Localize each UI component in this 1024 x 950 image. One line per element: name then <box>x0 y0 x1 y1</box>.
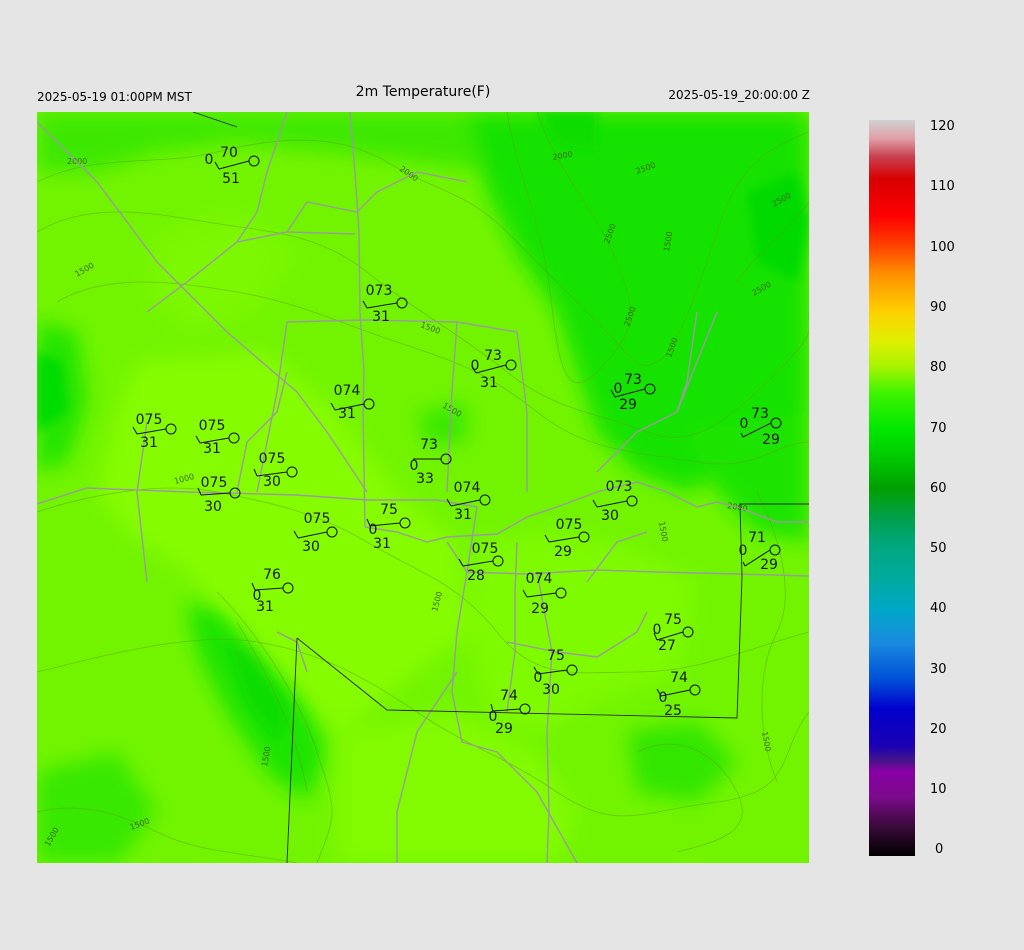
station-temp: 73 <box>484 348 502 364</box>
station-dewpoint: 31 <box>373 536 391 552</box>
station-temp: 074 <box>526 571 553 587</box>
colorbar-tick: 10 <box>930 782 947 797</box>
station-temp: 74 <box>670 670 688 686</box>
station-dewpoint: 31 <box>372 309 390 325</box>
station-temp: 075 <box>199 418 226 434</box>
station-dewpoint: 30 <box>542 682 560 698</box>
station-dewpoint: 31 <box>454 507 472 523</box>
station-dewpoint: 25 <box>664 703 682 719</box>
station-dewpoint: 30 <box>302 539 320 555</box>
colorbar-tick: 100 <box>930 240 955 255</box>
station-cloud: 0 <box>740 416 749 432</box>
station-dewpoint: 29 <box>760 557 778 573</box>
station-dewpoint: 29 <box>762 432 780 448</box>
station-cloud: 0 <box>739 543 748 559</box>
colorbar-tick: 90 <box>930 300 947 315</box>
utc-time-label: 2025-05-19_20:00:00 Z <box>668 88 810 102</box>
colorbar-tick: 80 <box>930 360 947 375</box>
station-dewpoint: 28 <box>467 568 485 584</box>
colorbar-tick: 30 <box>930 662 947 677</box>
station-temp: 73 <box>751 406 769 422</box>
colorbar-tick: 20 <box>930 722 947 737</box>
station-dewpoint: 31 <box>480 375 498 391</box>
station-dewpoint: 27 <box>658 638 676 654</box>
station-dewpoint: 29 <box>619 397 637 413</box>
station-temp: 073 <box>366 283 393 299</box>
station-temp: 74 <box>500 688 518 704</box>
station-temp: 73 <box>420 437 438 453</box>
station-temp: 075 <box>136 412 163 428</box>
station-dewpoint: 31 <box>256 599 274 615</box>
station-temp: 73 <box>624 372 642 388</box>
station-cloud: 0 <box>653 622 662 638</box>
colorbar-tick: 40 <box>930 601 947 616</box>
temperature-colorbar <box>869 120 915 856</box>
station-temp: 073 <box>606 479 633 495</box>
station-temp: 075 <box>259 451 286 467</box>
station-dewpoint: 31 <box>203 441 221 457</box>
station-cloud: 0 <box>614 381 623 397</box>
colorbar-tick: 60 <box>930 481 947 496</box>
station-temp: 71 <box>748 530 766 546</box>
station-dewpoint: 51 <box>222 171 240 187</box>
colorbar-tick: 120 <box>930 119 955 134</box>
station-dewpoint: 29 <box>531 601 549 617</box>
local-time-label: 2025-05-19 01:00PM MST <box>37 90 192 104</box>
station-temp: 075 <box>472 541 499 557</box>
station-temp: 75 <box>547 648 565 664</box>
station-dewpoint: 30 <box>601 508 619 524</box>
station-temp: 075 <box>556 517 583 533</box>
colorbar-tick: 70 <box>930 421 947 436</box>
colorbar-tick: 110 <box>930 179 955 194</box>
station-cloud: 0 <box>205 152 214 168</box>
station-temp: 75 <box>664 612 682 628</box>
station-temp: 70 <box>220 145 238 161</box>
station-dewpoint: 30 <box>204 499 222 515</box>
colorbar-tick: 50 <box>930 541 947 556</box>
station-dewpoint: 33 <box>416 471 434 487</box>
station-temp: 074 <box>334 383 361 399</box>
colorbar-gradient <box>869 120 915 856</box>
station-temp: 074 <box>454 480 481 496</box>
station-temp: 76 <box>263 567 281 583</box>
station-temp: 075 <box>201 475 228 491</box>
colorbar-tick: 0 <box>935 842 944 857</box>
station-temp: 75 <box>380 502 398 518</box>
station-dewpoint: 29 <box>495 721 513 737</box>
station-dewpoint: 30 <box>263 474 281 490</box>
station-dewpoint: 31 <box>140 435 158 451</box>
temperature-map: 2000 2000 2000 2500 2500 2500 2500 2500 … <box>37 112 809 863</box>
station-dewpoint: 29 <box>554 544 572 560</box>
station-temp: 075 <box>304 511 331 527</box>
